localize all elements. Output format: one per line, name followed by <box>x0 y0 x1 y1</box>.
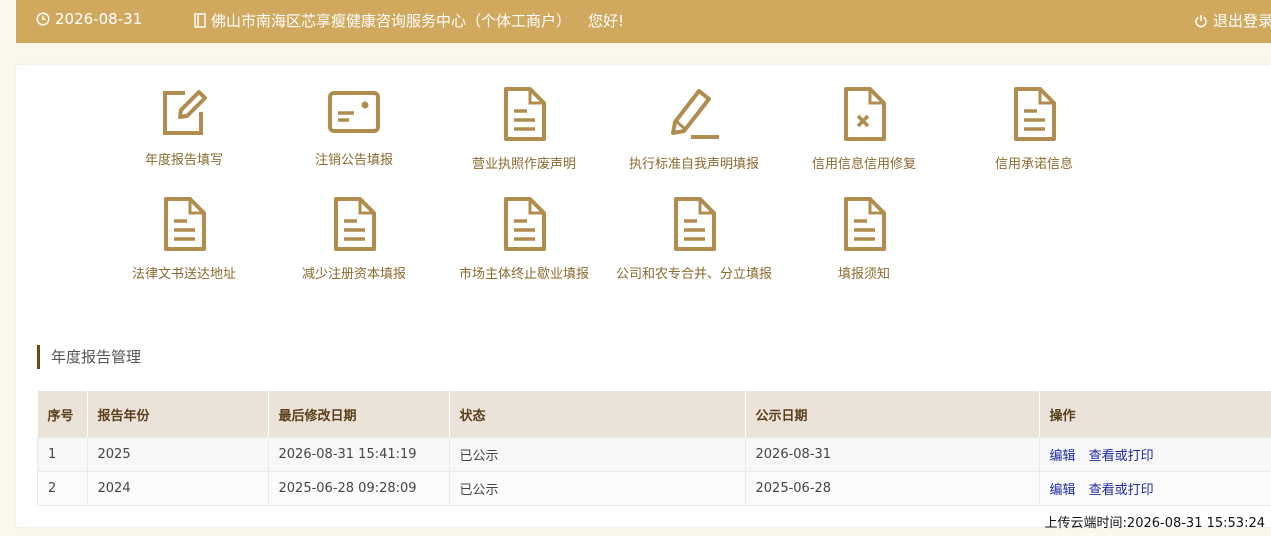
cell-year: 2024 <box>86 471 269 506</box>
pencil-icon <box>671 89 719 139</box>
menu-label: 公司和农专合并、分立填报 <box>615 267 772 282</box>
upload-time: 上传云端时间:2026-08-31 15:53:24 <box>1044 516 1265 531</box>
menu-label: 信用承诺信息 <box>994 157 1073 172</box>
document-icon <box>1014 87 1056 141</box>
menu-label: 注销公告填报 <box>314 153 393 168</box>
menu-standard-declaration[interactable]: 执行标准自我声明填报 <box>609 87 779 172</box>
document-x-icon <box>844 87 886 141</box>
document-icon <box>504 197 546 251</box>
col-header-modified: 最后修改日期 <box>267 391 449 438</box>
cell-actions: 编辑 查看或打印 <box>1038 437 1271 472</box>
cell-actions: 编辑 查看或打印 <box>1038 471 1271 506</box>
document-icon <box>844 197 886 251</box>
col-header-status: 状态 <box>448 391 745 438</box>
menu-capital-reduction[interactable]: 减少注册资本填报 <box>269 197 439 282</box>
document-icon <box>164 197 206 251</box>
view-print-link[interactable]: 查看或打印 <box>1089 483 1154 498</box>
book-icon <box>194 13 206 28</box>
edit-link[interactable]: 编辑 <box>1050 483 1076 498</box>
cell-modified: 2025-06-28 09:28:09 <box>267 471 450 506</box>
cell-year: 2025 <box>86 437 269 472</box>
logout-label: 退出登录 <box>1213 12 1271 30</box>
org-name: 佛山市南海区芯享瘦健康咨询服务中心（个体工商户） <box>211 12 572 30</box>
table-header-row: 序号 报告年份 最后修改日期 状态 公示日期 操作 <box>37 391 1271 438</box>
table-row: 2 2024 2025-06-28 09:28:09 已公示 2025-06-2… <box>37 471 1271 506</box>
clock-icon <box>36 12 50 26</box>
edit-link[interactable]: 编辑 <box>1050 449 1076 464</box>
menu-filing-instructions[interactable]: 填报须知 <box>779 197 949 282</box>
menu-credit-repair[interactable]: 信用信息信用修复 <box>779 87 949 172</box>
power-icon <box>1195 14 1207 27</box>
table-row: 1 2025 2026-08-31 15:41:19 已公示 2026-08-3… <box>37 437 1271 472</box>
menu-label: 营业执照作废声明 <box>471 157 576 172</box>
col-header-no: 序号 <box>37 391 87 438</box>
cell-status: 已公示 <box>448 437 746 472</box>
col-header-year: 报告年份 <box>86 391 268 438</box>
menu-label: 执行标准自我声明填报 <box>628 157 759 172</box>
date-text: 2026-08-31 <box>55 10 143 28</box>
top-bar: 2026-08-31 佛山市南海区芯享瘦健康咨询服务中心（个体工商户） 您好! … <box>16 0 1271 43</box>
menu-cancellation-notice[interactable]: 注销公告填报 <box>269 87 439 168</box>
menu-license-void[interactable]: 营业执照作废声明 <box>439 87 609 172</box>
menu-label: 减少注册资本填报 <box>301 267 406 282</box>
id-card-icon <box>328 91 380 133</box>
col-header-actions: 操作 <box>1038 391 1271 438</box>
menu-business-termination[interactable]: 市场主体终止歇业填报 <box>439 197 609 282</box>
date-display: 2026-08-31 <box>36 10 142 28</box>
cell-modified: 2026-08-31 15:41:19 <box>267 437 450 472</box>
cell-pub-date: 2026-08-31 <box>744 437 1040 472</box>
cell-pub-date: 2025-06-28 <box>744 471 1040 506</box>
document-icon <box>674 197 716 251</box>
cell-status: 已公示 <box>448 471 746 506</box>
menu-merger-split[interactable]: 公司和农专合并、分立填报 <box>609 197 779 282</box>
menu-label: 填报须知 <box>837 267 890 282</box>
annual-report-table: 序号 报告年份 最后修改日期 状态 公示日期 操作 1 2025 2026-08… <box>37 391 1271 506</box>
menu-annual-report[interactable]: 年度报告填写 <box>99 87 269 168</box>
cell-no: 1 <box>37 437 88 472</box>
document-icon <box>334 197 376 251</box>
menu-label: 信用信息信用修复 <box>811 157 916 172</box>
edit-square-icon <box>163 90 207 135</box>
logout-button[interactable]: 退出登录 <box>1194 10 1271 31</box>
cell-no: 2 <box>37 471 88 506</box>
menu-label: 年度报告填写 <box>144 153 223 168</box>
col-header-pub-date: 公示日期 <box>744 391 1039 438</box>
document-icon <box>504 87 546 141</box>
greeting: 佛山市南海区芯享瘦健康咨询服务中心（个体工商户） 您好! <box>194 10 624 31</box>
menu-label: 法律文书送达地址 <box>131 267 236 282</box>
view-print-link[interactable]: 查看或打印 <box>1089 449 1154 464</box>
greeting-text: 您好! <box>588 12 625 30</box>
menu-credit-commitment[interactable]: 信用承诺信息 <box>949 87 1119 172</box>
main-panel: 年度报告填写 注销公告填报 营业执照作废声明 执行标准自我声明填报 信用信息信用… <box>16 65 1271 527</box>
section-title: 年度报告管理 <box>37 345 141 369</box>
menu-label: 市场主体终止歇业填报 <box>458 267 589 282</box>
menu-legal-address[interactable]: 法律文书送达地址 <box>99 197 269 282</box>
